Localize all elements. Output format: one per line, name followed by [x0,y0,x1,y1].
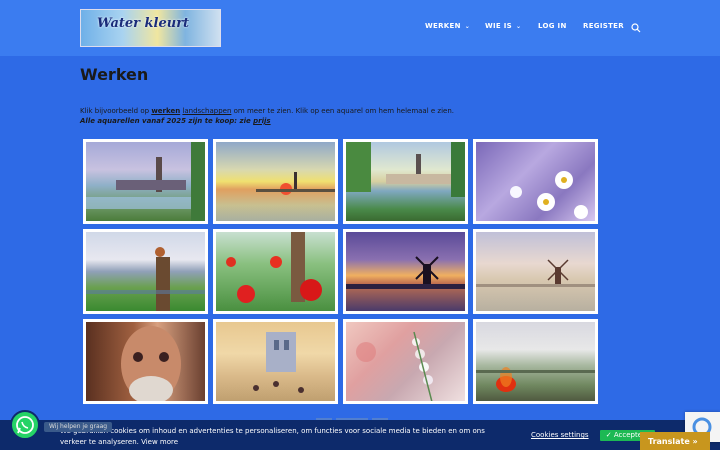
logo-text: Water kleurt [97,16,190,31]
gallery-thumb-windmill-pale[interactable] [473,229,598,314]
whatsapp-button[interactable] [10,410,40,440]
gallery-thumb-poppies[interactable] [213,229,338,314]
gallery-thumb-daisies[interactable] [473,139,598,224]
cookie-settings-link[interactable]: Cookies settings [531,431,589,439]
whatsapp-label[interactable]: Wij helpen je graag [44,422,113,432]
gallery-thumb-portrait[interactable] [83,319,208,404]
painting-bird-post [86,247,205,311]
nav-item-log-in[interactable]: LOG IN [538,22,567,30]
gallery-thumb-hollyhocks[interactable] [343,319,468,404]
translate-button[interactable]: Translate » [640,432,710,450]
gallery-thumb-sunset-tower[interactable] [213,139,338,224]
painting-poppies [226,232,322,303]
nav-item-werken[interactable]: WERKEN ⌄ [425,22,470,30]
painting-daisies [510,171,588,219]
painting-town-reflection [346,142,465,197]
painting-windmill-pale [476,259,595,287]
gallery-thumb-windmill-dusk[interactable] [343,229,468,314]
page-title: Werken [80,65,149,84]
werken-link[interactable]: werken [151,107,180,115]
painting-riverside-town [86,142,205,221]
nav-label: REGISTER [583,22,624,30]
whatsapp-icon [16,416,34,434]
gallery-thumb-riverside-town[interactable] [83,139,208,224]
painting-field-fire [476,367,595,392]
painting-hollyhocks [356,331,433,401]
gallery-thumb-field-fire[interactable] [473,319,598,404]
prijs-link[interactable]: prijs [253,117,270,125]
search-icon[interactable] [631,23,641,33]
painting-portrait [121,326,181,401]
landschappen-link[interactable]: landschappen [182,107,231,115]
gallery-thumb-town-reflection[interactable] [343,139,468,224]
gallery-thumb-bird-post[interactable] [83,229,208,314]
nav-label: LOG IN [538,22,567,30]
intro-text: Klik bijvoorbeeld op werken landschappen… [80,107,455,115]
nav-label: WIE IS [485,22,512,30]
painting-city-street [253,332,304,393]
sale-notice: Alle aquarellen vanaf 2025 zijn te koop:… [80,117,271,125]
nav-label: WERKEN [425,22,461,30]
nav-item-register[interactable]: REGISTER [583,22,624,30]
painting-windmill-dusk [346,256,465,289]
chevron-down-icon: ⌄ [516,23,522,30]
site-logo[interactable]: Water kleurt [80,9,221,47]
chevron-down-icon: ⌄ [464,23,471,30]
cookie-message: We gebruiken cookies om inhoud en advert… [60,427,485,446]
painting-sunset-tower [256,172,335,195]
nav-item-wie-is[interactable]: WIE IS ⌄ [485,22,521,30]
gallery-thumb-city-street[interactable] [213,319,338,404]
